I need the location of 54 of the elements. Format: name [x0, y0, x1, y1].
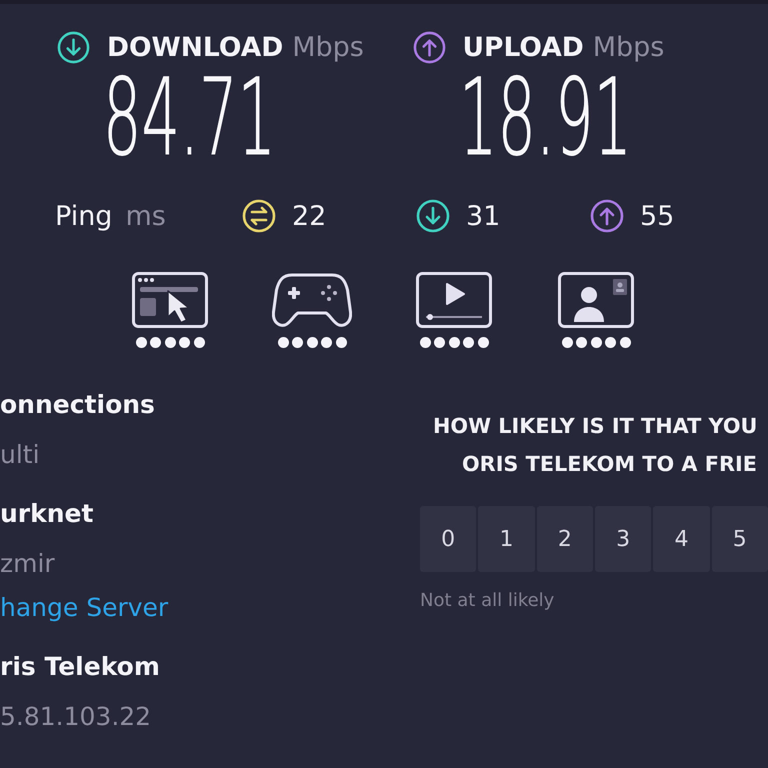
score-button[interactable]: 0 — [420, 506, 476, 572]
detail-value: ulti — [0, 440, 40, 470]
rating-dot-icon — [278, 337, 288, 348]
speed-label: DOWNLOAD — [107, 32, 284, 62]
detail-value: zmir — [0, 549, 55, 579]
video-call-icon — [558, 272, 634, 328]
arrow-down-circle-icon — [416, 199, 450, 233]
scale-min-label: Not at all likely — [420, 589, 556, 613]
speed-unit: Mbps — [592, 32, 664, 62]
browser-cursor-icon — [132, 272, 208, 328]
ping-value: 22 — [292, 200, 326, 232]
arrow-up-circle-icon — [412, 30, 446, 64]
swap-arrows-circle-icon — [242, 199, 276, 233]
ping-label: Ping — [55, 200, 112, 232]
rating-dot-icon — [136, 337, 146, 348]
ping-value: 55 — [640, 200, 674, 232]
score-button[interactable]: 5 — [712, 506, 768, 572]
gamepad-icon — [272, 272, 352, 328]
detail-title: onnections — [0, 390, 155, 420]
score-button[interactable]: 2 — [536, 506, 593, 572]
rating-dot-icon — [590, 337, 602, 348]
rating-dot-icon — [179, 337, 190, 348]
rating-dot-icon — [164, 337, 176, 348]
rating-dot-icon — [336, 337, 346, 348]
ping-value: 31 — [466, 200, 500, 232]
detail-title: urknet — [0, 499, 94, 529]
rating-dot-icon — [306, 337, 318, 348]
rating-dot-icon — [292, 337, 303, 348]
rating-dot-icon — [605, 337, 616, 348]
change-server-link[interactable]: hange Server — [0, 593, 168, 623]
rating-dot-icon — [434, 337, 445, 348]
rating-dot-icon — [620, 337, 630, 348]
rating-dot-icon — [463, 337, 474, 348]
score-button[interactable]: 3 — [594, 506, 652, 572]
score-button[interactable]: 4 — [653, 506, 710, 572]
rating-dot-icon — [420, 337, 430, 348]
rating-dot-icon — [194, 337, 204, 348]
survey-question-line: ORIS TELEKOM TO A FRIE — [461, 451, 758, 478]
arrow-up-circle-icon — [590, 199, 624, 233]
rating-dot-icon — [150, 337, 161, 348]
rating-dot-icon — [478, 337, 488, 348]
speed-label: UPLOAD — [462, 32, 584, 62]
rating-dot-icon — [562, 337, 572, 348]
arrow-down-circle-icon — [57, 30, 90, 64]
rating-dot-icon — [321, 337, 332, 348]
survey-question-line: HOW LIKELY IS IT THAT YOU — [432, 413, 758, 440]
video-player-icon — [416, 272, 492, 328]
detail-title: ris Telekom — [0, 652, 160, 682]
detail-value: 5.81.103.22 — [0, 702, 152, 732]
score-button[interactable]: 1 — [478, 506, 535, 572]
ping-unit: ms — [125, 200, 166, 232]
rating-dot-icon — [576, 337, 587, 348]
rating-dot-icon — [448, 337, 460, 348]
speed-unit: Mbps — [292, 32, 364, 62]
